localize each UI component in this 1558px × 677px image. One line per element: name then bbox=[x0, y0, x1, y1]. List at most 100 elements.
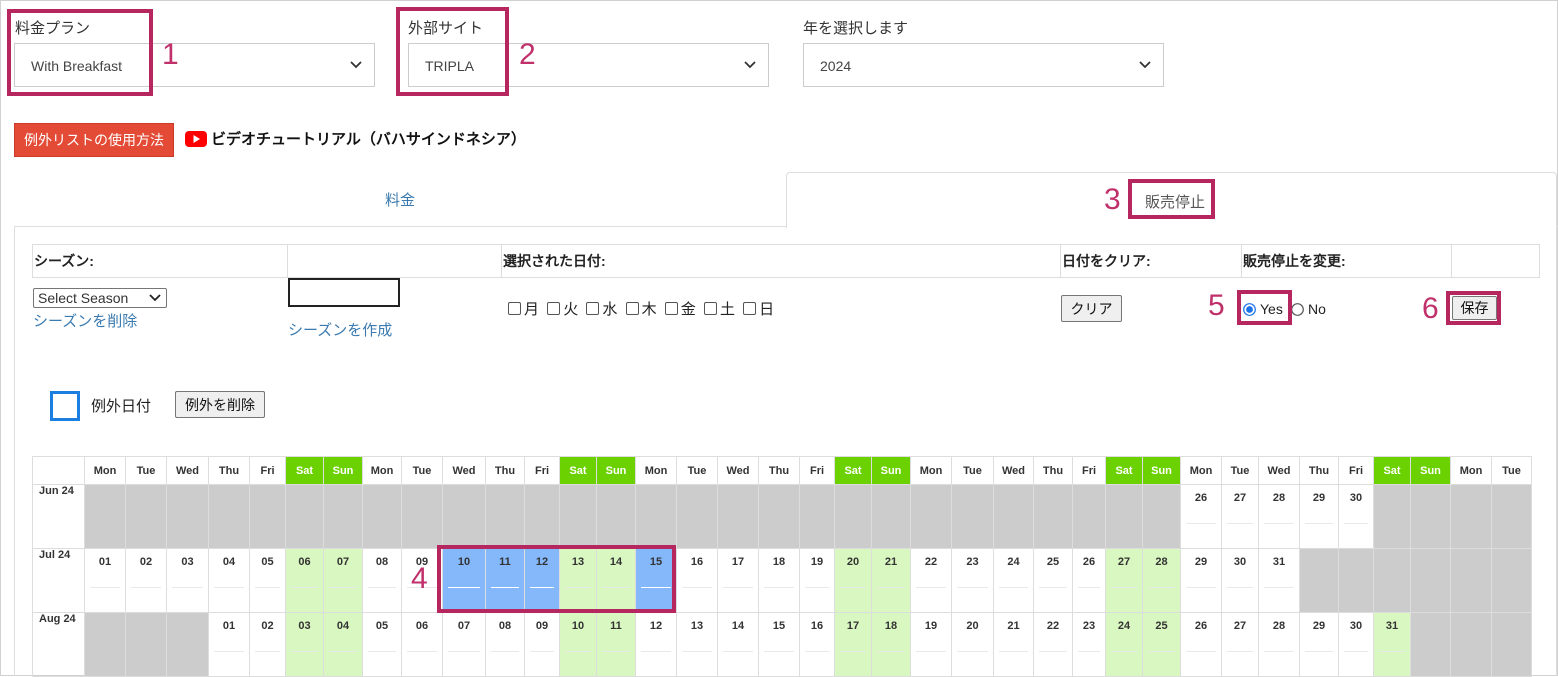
calendar-day-cell[interactable]: 12 bbox=[635, 612, 677, 677]
calendar-day-cell[interactable]: 03 bbox=[166, 548, 209, 613]
day-value-line bbox=[1344, 651, 1368, 652]
weekday-header: Sun bbox=[871, 456, 911, 485]
calendar-day-cell[interactable]: 16 bbox=[799, 612, 835, 677]
delete-season-link[interactable]: シーズンを削除 bbox=[33, 310, 137, 331]
calendar-day-cell[interactable]: 05 bbox=[249, 548, 286, 613]
day-value-line bbox=[565, 651, 591, 652]
clear-button[interactable]: クリア bbox=[1061, 295, 1122, 322]
calendar-day-cell[interactable]: 02 bbox=[125, 548, 167, 613]
day-value-line bbox=[1186, 587, 1216, 588]
create-season-link[interactable]: シーズンを作成 bbox=[288, 319, 392, 340]
delete-exceptions-button[interactable]: 例外を削除 bbox=[175, 391, 265, 418]
season-select[interactable]: Select Season bbox=[33, 288, 167, 308]
calendar-day-cell[interactable]: 02 bbox=[249, 612, 286, 677]
weekday-option-wed[interactable]: 水 bbox=[586, 301, 617, 318]
calendar-day-cell[interactable]: 21 bbox=[993, 612, 1034, 677]
youtube-icon bbox=[185, 130, 207, 147]
weekday-option-sat[interactable]: 土 bbox=[703, 301, 735, 318]
calendar-day-cell[interactable]: 14 bbox=[717, 612, 759, 677]
calendar-day-cell[interactable]: 30 bbox=[1338, 612, 1374, 677]
calendar-day-cell[interactable]: 27 bbox=[1221, 484, 1259, 549]
calendar-day-cell[interactable]: 09 bbox=[524, 612, 560, 677]
weekday-option-mon[interactable]: 月 bbox=[508, 301, 539, 318]
weekday-header: Sun bbox=[323, 456, 363, 485]
calendar-day-cell[interactable]: 18 bbox=[758, 548, 800, 613]
calendar-day-cell[interactable]: 30 bbox=[1338, 484, 1374, 549]
weekday-option-thu[interactable]: 木 bbox=[625, 301, 657, 318]
calendar-day-cell[interactable]: 22 bbox=[1033, 612, 1073, 677]
day-value-line bbox=[764, 587, 794, 588]
calendar-day-cell[interactable]: 07 bbox=[323, 548, 363, 613]
calendar-day-cell[interactable]: 05 bbox=[362, 612, 402, 677]
year-select[interactable]: 2024 bbox=[803, 43, 1164, 87]
calendar-day-cell[interactable]: 29 bbox=[1180, 548, 1222, 613]
calendar-day-cell[interactable]: 27 bbox=[1221, 612, 1259, 677]
calendar-day-cell[interactable]: 03 bbox=[285, 612, 324, 677]
calendar-day-cell[interactable]: 04 bbox=[323, 612, 363, 677]
stop-sale-no-option[interactable]: No bbox=[1291, 301, 1326, 317]
calendar-day-cell[interactable]: 10 bbox=[559, 612, 597, 677]
calendar-day-cell[interactable]: 29 bbox=[1299, 612, 1339, 677]
calendar-day-cell[interactable]: 17 bbox=[717, 548, 759, 613]
day-value-line bbox=[329, 587, 357, 588]
calendar-day-cell[interactable]: 29 bbox=[1299, 484, 1339, 549]
howto-button[interactable]: 例外リストの使用方法 bbox=[14, 123, 174, 157]
calendar-day-cell[interactable]: 13 bbox=[676, 612, 718, 677]
calendar-day-cell[interactable]: 21 bbox=[871, 548, 911, 613]
calendar-day-cell[interactable]: 25 bbox=[1142, 612, 1181, 677]
calendar-day-cell[interactable]: 25 bbox=[1033, 548, 1073, 613]
checkbox[interactable] bbox=[743, 302, 757, 315]
weekday-option-tue[interactable]: 火 bbox=[547, 301, 578, 318]
checkbox[interactable] bbox=[664, 302, 678, 315]
calendar-day-cell[interactable]: 08 bbox=[362, 548, 402, 613]
calendar-day-cell[interactable]: 28 bbox=[1142, 548, 1181, 613]
calendar-day-cell[interactable]: 26 bbox=[1180, 612, 1222, 677]
calendar-day-cell[interactable]: 19 bbox=[799, 548, 835, 613]
day-value-line bbox=[916, 651, 946, 652]
calendar-day-cell[interactable]: 19 bbox=[910, 612, 952, 677]
calendar-day-cell[interactable]: 24 bbox=[1105, 612, 1143, 677]
calendar-day-cell[interactable]: 11 bbox=[596, 612, 636, 677]
calendar-day-cell[interactable]: 06 bbox=[285, 548, 324, 613]
calendar-day-cell[interactable]: 06 bbox=[401, 612, 443, 677]
checkbox[interactable] bbox=[508, 302, 521, 315]
calendar-day-cell[interactable]: 16 bbox=[676, 548, 718, 613]
calendar-day-cell[interactable]: 28 bbox=[1258, 484, 1300, 549]
day-number: 11 bbox=[610, 620, 622, 632]
calendar-day-cell[interactable]: 24 bbox=[993, 548, 1034, 613]
col-divider bbox=[1451, 244, 1452, 278]
calendar-day-cell[interactable]: 31 bbox=[1373, 612, 1411, 677]
calendar-day-cell[interactable]: 23 bbox=[1072, 612, 1106, 677]
calendar-day-cell[interactable]: 17 bbox=[834, 612, 872, 677]
calendar-day-cell[interactable]: 26 bbox=[1180, 484, 1222, 549]
calendar-day-cell[interactable]: 08 bbox=[485, 612, 525, 677]
calendar-day-cell[interactable]: 22 bbox=[910, 548, 952, 613]
radio-unselected-icon[interactable] bbox=[1291, 302, 1304, 316]
checkbox[interactable] bbox=[547, 302, 561, 315]
video-tutorial-link[interactable]: ビデオチュートリアル（バハサインドネシア） bbox=[185, 128, 526, 149]
calendar-day-cell[interactable]: 26 bbox=[1072, 548, 1106, 613]
calendar-day-cell[interactable]: 18 bbox=[871, 612, 911, 677]
calendar-day-cell[interactable]: 23 bbox=[951, 548, 994, 613]
calendar-day-cell[interactable]: 01 bbox=[208, 612, 250, 677]
calendar-day-cell[interactable]: 28 bbox=[1258, 612, 1300, 677]
weekday-option-fri[interactable]: 金 bbox=[664, 301, 696, 318]
calendar-day-cell[interactable]: 04 bbox=[208, 548, 250, 613]
calendar-day-cell[interactable]: 20 bbox=[834, 548, 872, 613]
tab-rates[interactable]: 料金 bbox=[14, 172, 786, 226]
calendar-day-cell[interactable]: 01 bbox=[84, 548, 126, 613]
checkbox[interactable] bbox=[625, 302, 639, 315]
calendar-day-cell[interactable]: 15 bbox=[758, 612, 800, 677]
calendar-day-cell[interactable]: 30 bbox=[1221, 548, 1259, 613]
calendar-day-cell[interactable]: 27 bbox=[1105, 548, 1143, 613]
calendar-day-cell[interactable]: 07 bbox=[442, 612, 486, 677]
calendar-day-cell[interactable]: 31 bbox=[1258, 548, 1300, 613]
stop-sale-calendar: Mon Tue Wed Thu Fri Sat Sun Mon Tue Wed Thu Fri Sat S… bbox=[32, 456, 1532, 677]
weekday-option-sun[interactable]: 日 bbox=[743, 301, 774, 318]
checkbox[interactable] bbox=[703, 302, 717, 315]
day-value-line bbox=[530, 651, 554, 652]
day-value-line bbox=[1379, 651, 1405, 652]
season-name-input[interactable] bbox=[288, 278, 400, 307]
checkbox[interactable] bbox=[586, 302, 600, 315]
calendar-day-cell[interactable]: 20 bbox=[951, 612, 994, 677]
